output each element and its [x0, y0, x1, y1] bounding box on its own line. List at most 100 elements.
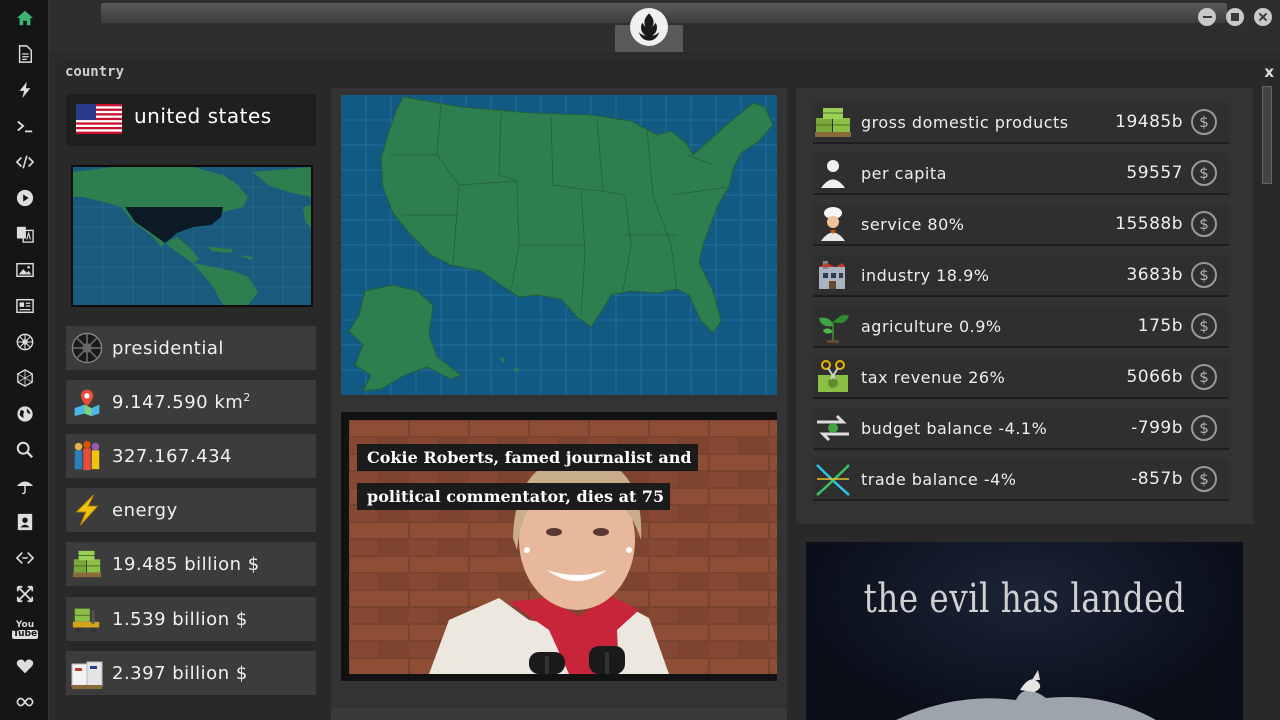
population-value: 327.167.434: [112, 445, 233, 467]
econ-value: 5066b: [1126, 367, 1183, 387]
dollar-icon[interactable]: $: [1191, 211, 1217, 237]
dollar-icon[interactable]: $: [1191, 415, 1217, 441]
econ-row-per-capita: per capita 59557 $: [813, 153, 1229, 195]
econ-label: trade balance -4%: [861, 469, 1017, 489]
gdp-stat: 19.485 billion $: [66, 542, 316, 586]
umbrella-icon[interactable]: [12, 475, 38, 497]
dollar-icon[interactable]: $: [1191, 364, 1217, 390]
expand-icon[interactable]: [12, 583, 38, 605]
money-pallet-icon: [70, 547, 104, 581]
econ-value: 15588b: [1115, 214, 1183, 234]
network-hex-icon[interactable]: [12, 367, 38, 389]
crowd-icon: [70, 439, 104, 473]
econ-label: budget balance -4.1%: [861, 418, 1048, 438]
trade-cross-icon: [813, 461, 853, 497]
exchange-arrows-icon: [813, 410, 853, 446]
money-pallet-icon: [813, 104, 853, 140]
headline-line-2: political commentator, dies at 75: [357, 483, 671, 510]
close-panel-button[interactable]: x: [1264, 63, 1274, 81]
third-money-value: 2.397 billion $: [112, 662, 248, 684]
econ-label: industry 18.9%: [861, 265, 990, 285]
econ-row-gdp: gross domestic products 19485b $: [813, 102, 1229, 144]
dollar-icon[interactable]: $: [1191, 313, 1217, 339]
gdp-value: 19.485 billion $: [112, 553, 260, 575]
money-forklift-icon: [70, 602, 104, 636]
econ-label: per capita: [861, 163, 947, 183]
chef-icon: [813, 206, 853, 242]
dollar-icon[interactable]: $: [1191, 262, 1217, 288]
econ-label: service 80%: [861, 214, 965, 234]
empire-icon[interactable]: [12, 331, 38, 353]
news-photo: Cokie Roberts, famed journalist and poli…: [349, 420, 777, 674]
population-stat: 327.167.434: [66, 434, 316, 478]
economy-scrollbar[interactable]: [1262, 86, 1272, 184]
econ-row-service: service 80% 15588b $: [813, 204, 1229, 246]
empire-emblem-icon: [70, 331, 104, 365]
second-money-value: 1.539 billion $: [112, 608, 248, 630]
terminal-icon[interactable]: [12, 115, 38, 137]
dollar-icon[interactable]: $: [1191, 466, 1217, 492]
econ-label: agriculture 0.9%: [861, 316, 1002, 336]
econ-value: 3683b: [1126, 265, 1183, 285]
map-pin-icon: [70, 385, 104, 419]
plant-icon: [813, 308, 853, 344]
factory-icon: [813, 257, 853, 293]
area-exponent: 2: [243, 391, 251, 404]
middle-bottom-strip: [331, 708, 787, 720]
minimize-button[interactable]: [1198, 8, 1216, 26]
resource-value: energy: [112, 499, 178, 521]
dollar-icon[interactable]: $: [1191, 160, 1217, 186]
infinity-icon[interactable]: [12, 691, 38, 713]
area-stat: 9.147.590 km2: [66, 380, 316, 424]
news-card[interactable]: Cokie Roberts, famed journalist and poli…: [341, 412, 777, 681]
area-value: 9.147.590 km2: [112, 391, 251, 413]
document-icon[interactable]: [12, 43, 38, 65]
maximize-button[interactable]: [1226, 8, 1244, 26]
lightning-icon[interactable]: [12, 79, 38, 101]
close-window-button[interactable]: [1254, 8, 1272, 26]
country-map[interactable]: [341, 95, 777, 395]
country-name: united states: [134, 104, 272, 128]
play-icon[interactable]: [12, 187, 38, 209]
world-minimap[interactable]: [71, 165, 313, 307]
econ-row-agriculture: agriculture 0.9% 175b $: [813, 306, 1229, 348]
youtube-icon[interactable]: You Tube: [11, 619, 39, 641]
panel-title: country: [65, 64, 125, 80]
government-stat: presidential: [66, 326, 316, 370]
econ-value: 19485b: [1115, 112, 1183, 132]
econ-value: 175b: [1137, 316, 1183, 336]
scissors-money-icon: [813, 359, 853, 395]
military-budget-stat: 1.539 billion $: [66, 597, 316, 641]
rebel-alliance-icon: [630, 8, 668, 46]
dove-statue-illustration: [896, 670, 1156, 720]
newspaper-icon[interactable]: [12, 295, 38, 317]
heart-icon[interactable]: [12, 655, 38, 677]
headline-line-1: Cokie Roberts, famed journalist and: [357, 444, 698, 471]
top-bar: [49, 0, 1280, 52]
area-number: 9.147.590 km: [112, 392, 244, 413]
promo-poster[interactable]: the evil has landed: [806, 542, 1243, 720]
trade-boxes-stat: 2.397 billion $: [66, 651, 316, 695]
resource-stat: energy: [66, 488, 316, 532]
translate-icon[interactable]: [12, 223, 38, 245]
us-flag-icon: [76, 104, 122, 134]
link-diamond-icon[interactable]: [12, 547, 38, 569]
shipping-boxes-icon: [70, 656, 104, 690]
government-type: presidential: [112, 337, 224, 359]
code-icon[interactable]: [12, 151, 38, 173]
person-icon: [813, 155, 853, 191]
econ-row-trade: trade balance -4% -857b $: [813, 459, 1229, 501]
econ-row-industry: industry 18.9% 3683b $: [813, 255, 1229, 297]
econ-label: gross domestic products: [861, 112, 1069, 132]
home-icon[interactable]: [12, 7, 38, 29]
globe-icon[interactable]: [12, 403, 38, 425]
search-icon[interactable]: [12, 439, 38, 461]
contact-card-icon[interactable]: [12, 511, 38, 533]
news-headline: Cokie Roberts, famed journalist and poli…: [357, 438, 698, 516]
econ-value: -857b: [1131, 469, 1183, 489]
econ-row-budget: budget balance -4.1% -799b $: [813, 408, 1229, 450]
image-icon[interactable]: [12, 259, 38, 281]
dollar-icon[interactable]: $: [1191, 109, 1217, 135]
econ-label: tax revenue 26%: [861, 367, 1006, 387]
country-header: united states: [66, 94, 316, 146]
